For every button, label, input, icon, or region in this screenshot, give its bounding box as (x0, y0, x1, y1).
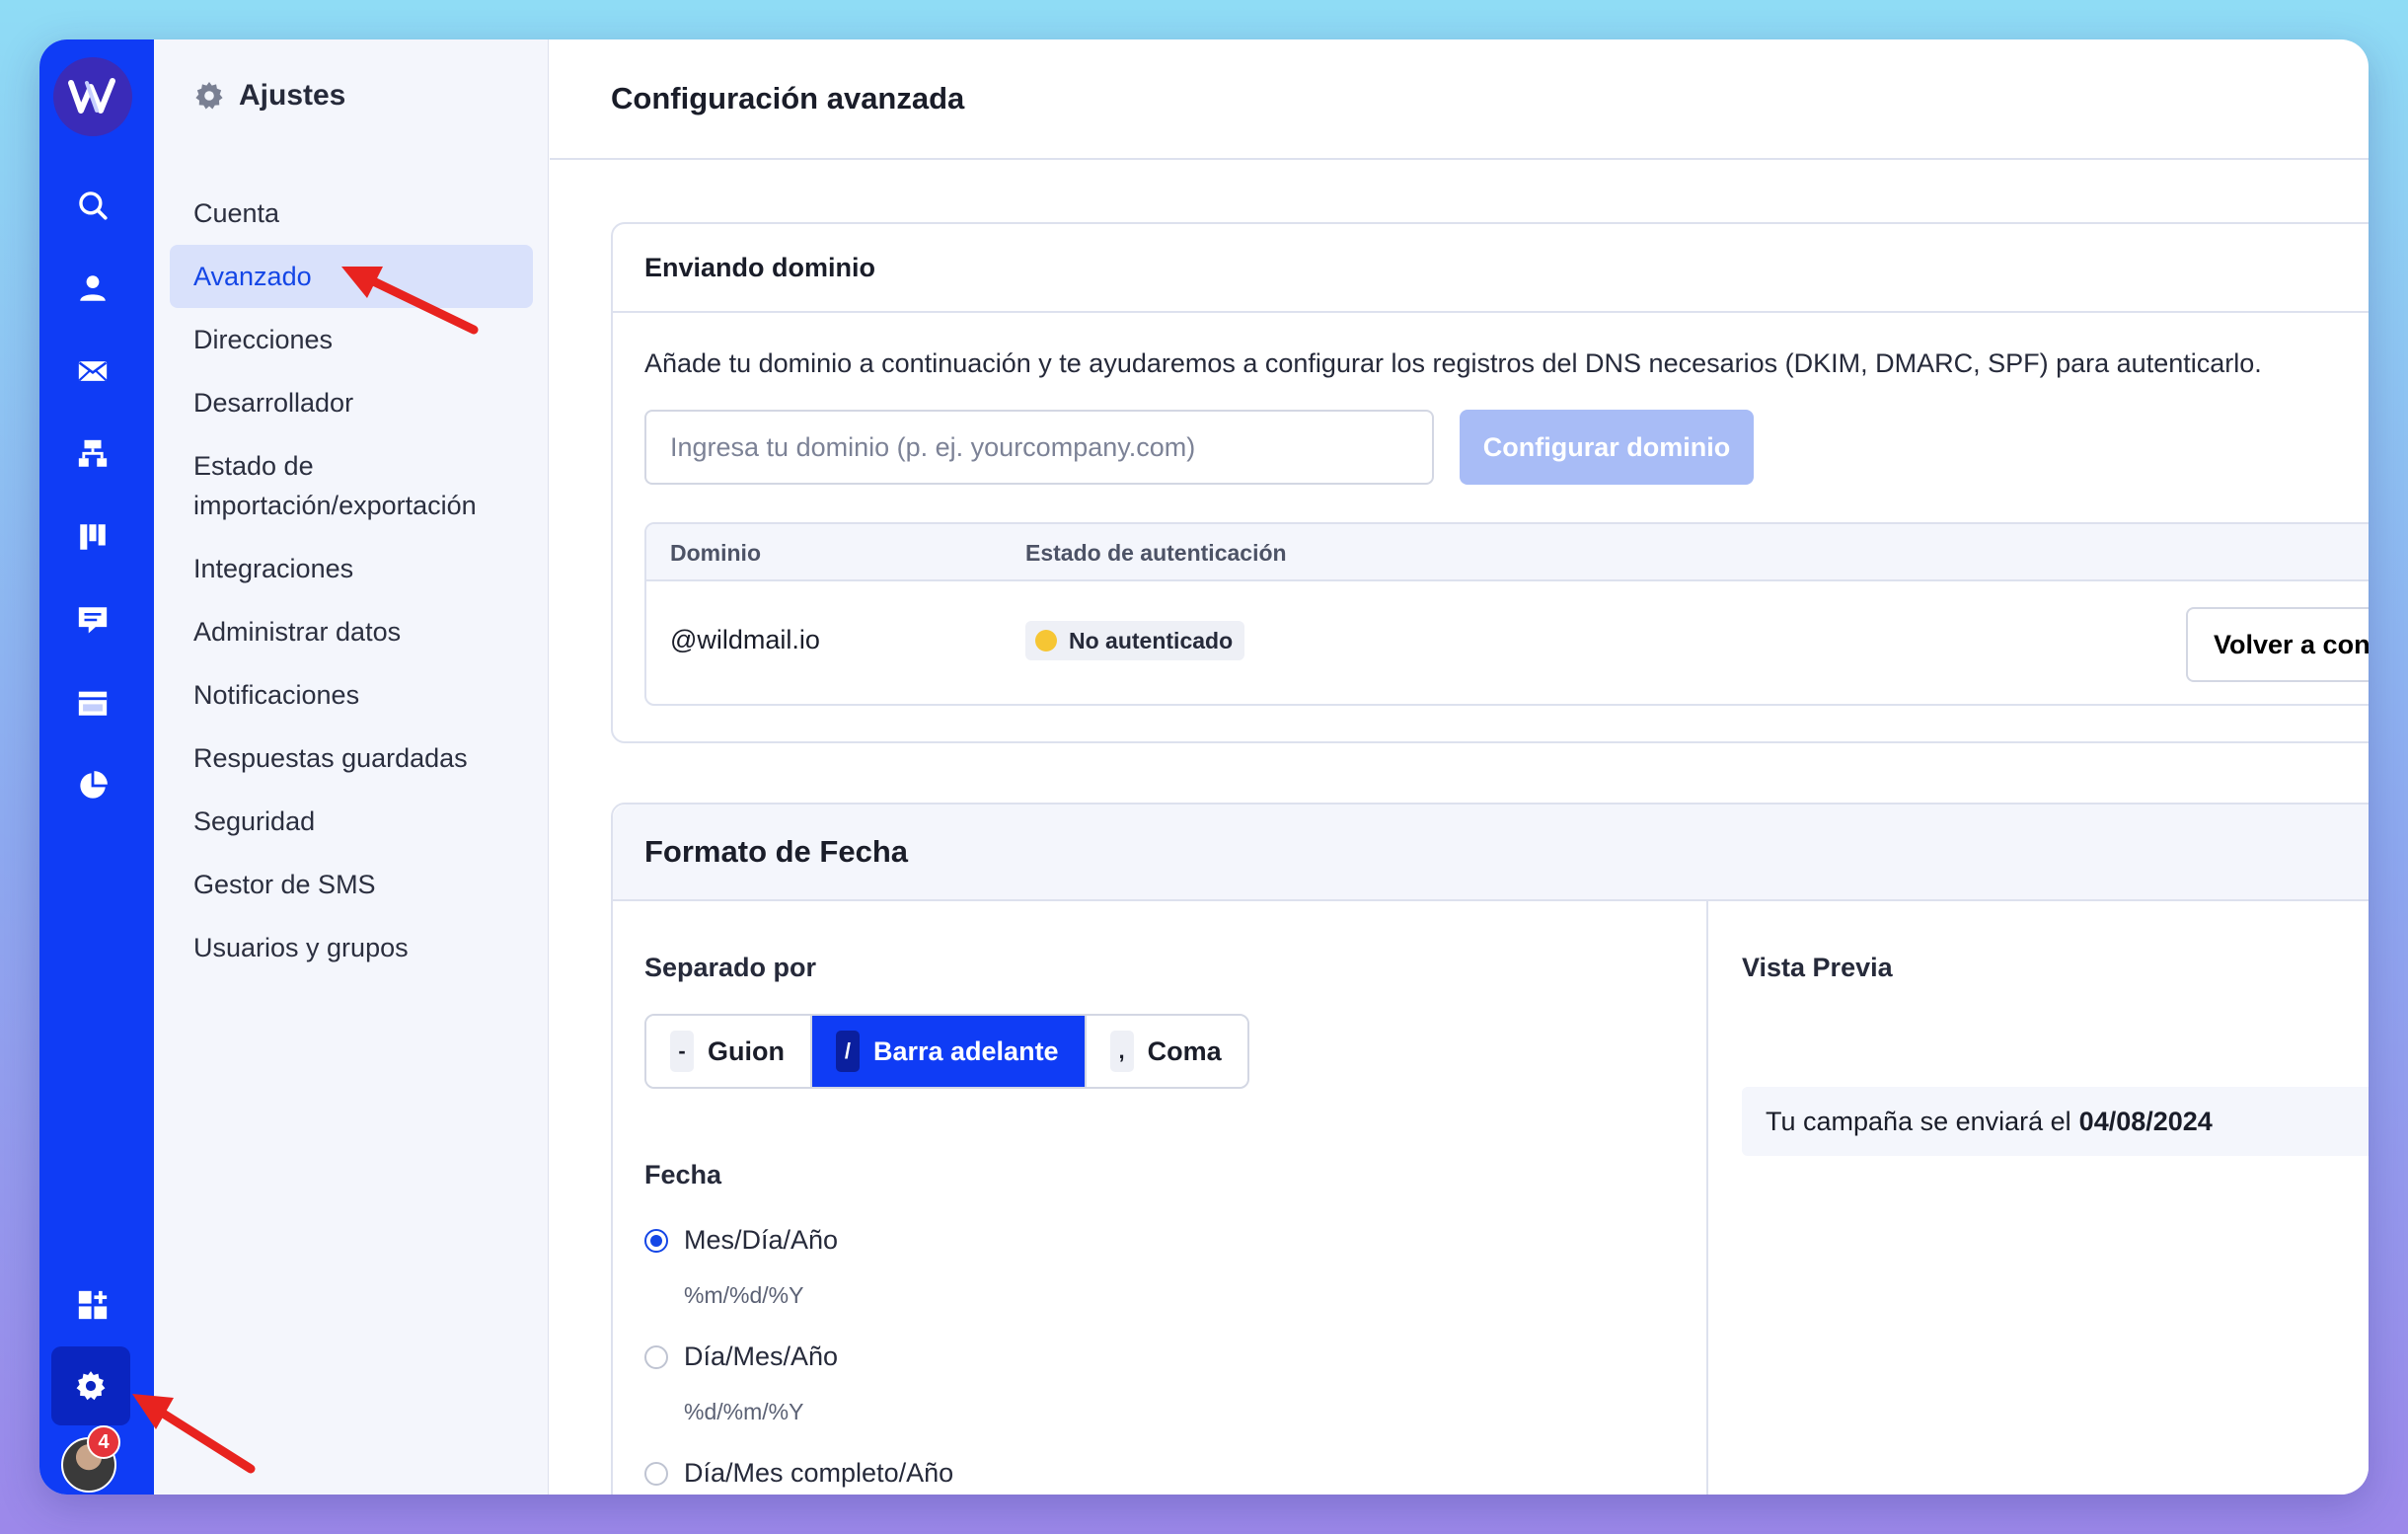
date-option-label: Día/Mes/Año (684, 1342, 839, 1371)
separator-segmented-control: - Guion / Barra adelante , Coma (644, 1014, 1249, 1089)
gear-icon[interactable] (51, 1346, 130, 1425)
separator-option-label: Barra adelante (872, 1035, 1059, 1066)
column-header-auth-status: Estado de autenticación (1025, 540, 1287, 566)
mail-icon[interactable] (57, 336, 128, 407)
notification-badge: 4 (87, 1425, 120, 1459)
annotation-arrow-icon (341, 267, 479, 335)
separator-dash-option[interactable]: - Guion (646, 1016, 810, 1087)
sitemap-icon[interactable] (57, 419, 128, 490)
status-badge: No autenticado (1025, 621, 1245, 660)
column-header-domain: Dominio (670, 540, 761, 566)
sidebar-item-cuenta[interactable]: Cuenta (170, 193, 533, 233)
main-content: Configuración avanzada Enviando dominio … (550, 39, 2369, 1495)
sidebar-item-desarrollador[interactable]: Desarrollador (170, 383, 533, 422)
gear-icon (195, 82, 223, 110)
sidebar-item-notificaciones[interactable]: Notificaciones (170, 675, 533, 715)
sidebar-item-administrar-datos[interactable]: Administrar datos (170, 612, 533, 652)
chat-icon[interactable] (57, 584, 128, 655)
table-row: @wildmail.io No autenticado Volver a con (646, 581, 2369, 704)
separator-option-label: Coma (1147, 1035, 1222, 1066)
date-option-full-month[interactable]: Día/Mes completo/Año (644, 1458, 953, 1489)
date-option-dmy[interactable]: Día/Mes/Año (644, 1342, 838, 1372)
apps-add-icon[interactable] (57, 1269, 128, 1341)
sending-domain-description: Añade tu dominio a continuación y te ayu… (644, 348, 2262, 378)
sidebar-item-usuarios-grupos[interactable]: Usuarios y grupos (170, 928, 533, 967)
page-title: Configuración avanzada (611, 81, 965, 115)
kanban-icon[interactable] (57, 501, 128, 573)
preview-text: Tu campaña se enviará el (1766, 1106, 2071, 1136)
icon-rail: 4 (39, 39, 154, 1495)
annotation-arrow-icon (132, 1394, 256, 1474)
sidebar-item-gestor-sms[interactable]: Gestor de SMS (170, 865, 533, 904)
status-dot-icon (1035, 630, 1057, 652)
sending-domain-card: Enviando dominio Añade tu dominio a cont… (611, 222, 2369, 743)
separator-key: / (835, 1031, 860, 1072)
settings-header: Ajustes (193, 79, 345, 113)
user-icon[interactable] (57, 253, 128, 324)
sending-domain-header: Enviando dominio (613, 224, 2369, 313)
date-option-label: Día/Mes completo/Año (684, 1458, 954, 1488)
calendar-icon[interactable] (57, 667, 128, 738)
date-option-mdy[interactable]: Mes/Día/Año (644, 1225, 838, 1256)
preview-label: Vista Previa (1742, 953, 1893, 982)
preview-date: 04/08/2024 (2078, 1106, 2213, 1136)
separator-option-label: Guion (708, 1035, 785, 1066)
date-option-format: %m/%d/%Y (684, 1282, 804, 1308)
separator-comma-option[interactable]: , Coma (1084, 1016, 1247, 1087)
radio-button[interactable] (644, 1344, 668, 1369)
radio-button[interactable] (644, 1461, 668, 1486)
sidebar-item-integraciones[interactable]: Integraciones (170, 549, 533, 588)
date-option-label: Mes/Día/Año (684, 1225, 839, 1255)
separator-label: Separado por (644, 953, 817, 982)
date-format-card: Formato de Fecha Separado por - Guion / … (611, 803, 2369, 1495)
status-text: No autenticado (1069, 627, 1234, 653)
date-label: Fecha (644, 1160, 722, 1189)
logo[interactable] (53, 57, 132, 136)
settings-title: Ajustes (239, 79, 346, 112)
sending-domain-title: Enviando dominio (644, 252, 875, 282)
domain-table-header: Dominio Estado de autenticación (646, 524, 2369, 581)
logo-icon (68, 78, 115, 114)
domain-table: Dominio Estado de autenticación @wildmai… (644, 522, 2369, 706)
date-option-format: %d/%m/%Y (684, 1399, 804, 1424)
sidebar-item-seguridad[interactable]: Seguridad (170, 802, 533, 841)
separator-key: - (670, 1031, 694, 1072)
preview-box: Tu campaña se enviará el 04/08/2024 (1742, 1087, 2369, 1156)
main-header: Configuración avanzada (550, 39, 2369, 160)
sidebar-item-import-export[interactable]: Estado de importación/exportación (170, 446, 533, 525)
date-format-title: Formato de Fecha (644, 834, 908, 869)
date-format-header: Formato de Fecha (613, 805, 2369, 901)
sidebar-item-respuestas-guardadas[interactable]: Respuestas guardadas (170, 738, 533, 778)
search-icon[interactable] (57, 170, 128, 241)
pie-chart-icon[interactable] (57, 750, 128, 821)
radio-button[interactable] (644, 1228, 668, 1253)
separator-slash-option[interactable]: / Barra adelante (809, 1016, 1085, 1087)
recheck-button[interactable]: Volver a con (2186, 607, 2369, 682)
domain-input[interactable] (644, 410, 1434, 485)
domain-name: @wildmail.io (670, 625, 820, 654)
separator-key: , (1109, 1031, 1134, 1072)
configure-domain-button[interactable]: Configurar dominio (1460, 410, 1754, 485)
